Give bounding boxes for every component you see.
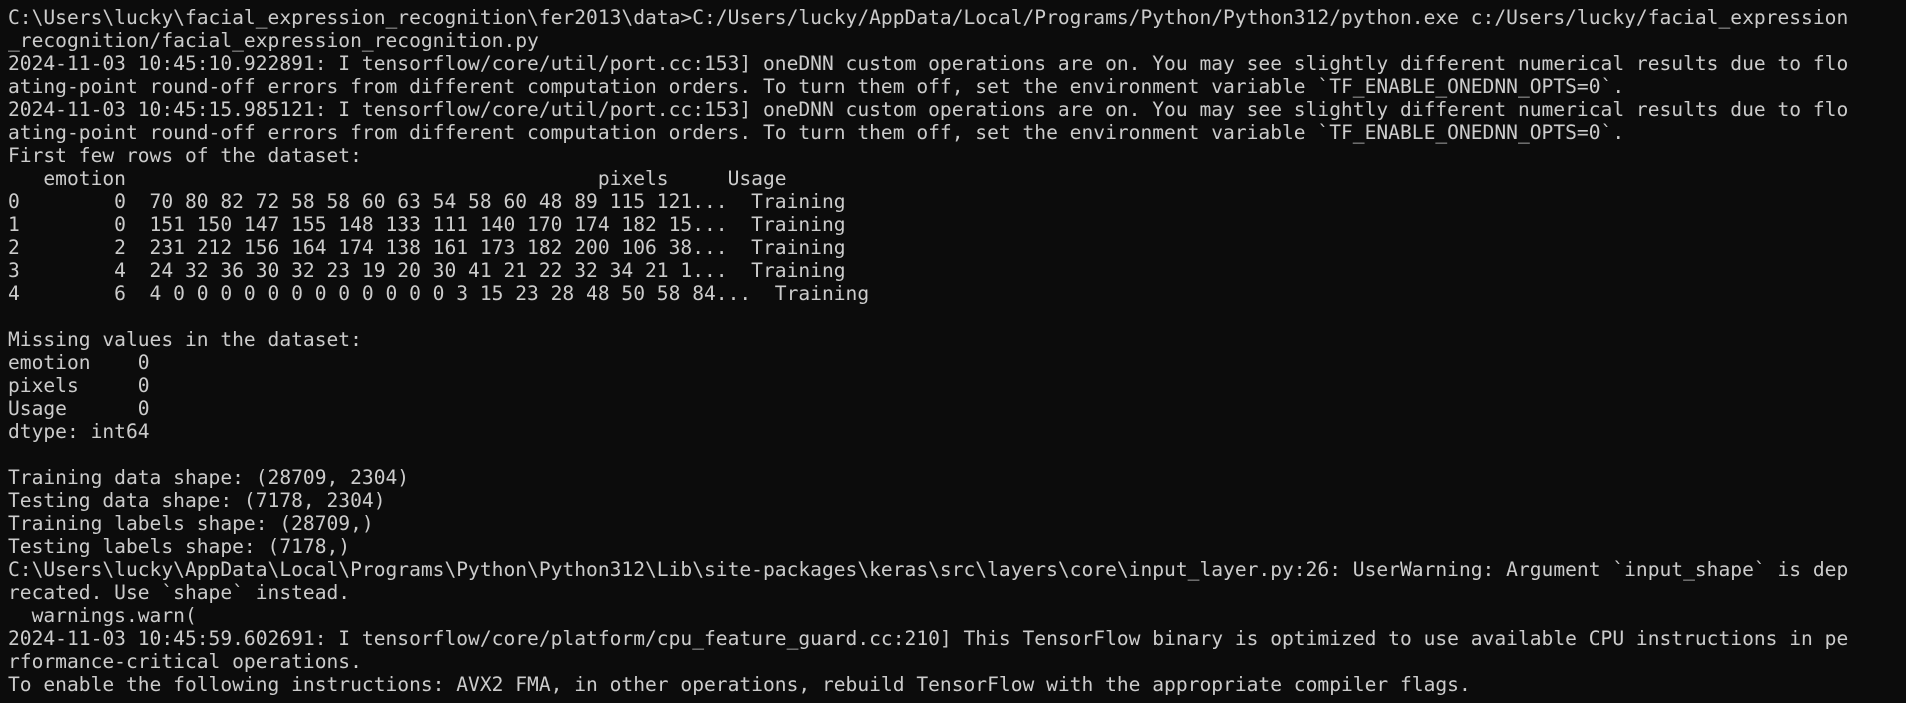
shape-line: Testing data shape: (7178, 2304) [8,489,386,512]
table-row: 1 0 151 150 147 155 148 133 111 140 170 … [8,213,846,236]
tf-log-line: 2024-11-03 10:45:15.985121: I tensorflow… [8,98,1849,121]
terminal-output[interactable]: C:\Users\lucky\facial_expression_recogni… [0,0,1906,703]
table-header: emotion pixels Usage [8,167,787,190]
table-row: 3 4 24 32 36 30 32 23 19 20 30 41 21 22 … [8,259,846,282]
missing-values-row: pixels 0 [8,374,150,397]
command-line: C:\Users\lucky\facial_expression_recogni… [8,6,1849,29]
missing-values-row: emotion 0 [8,351,150,374]
shape-line: Testing labels shape: (7178,) [8,535,351,558]
warning-call-line: warnings.warn( [8,604,197,627]
tf-log-line-continuation: rformance-critical operations. [8,650,362,673]
missing-values-row: Usage 0 [8,397,150,420]
tf-log-line-continuation: ating-point round-off errors from differ… [8,75,1625,98]
table-row: 0 0 70 80 82 72 58 58 60 63 54 58 60 48 … [8,190,846,213]
table-row: 2 2 231 212 156 164 174 138 161 173 182 … [8,236,846,259]
warning-line-continuation: recated. Use `shape` instead. [8,581,351,604]
warning-line: C:\Users\lucky\AppData\Local\Programs\Py… [8,558,1849,581]
command-line-continuation: _recognition/facial_expression_recogniti… [8,29,539,52]
dataset-heading: First few rows of the dataset: [8,144,362,167]
tf-log-line-continuation: ating-point round-off errors from differ… [8,121,1625,144]
tf-log-line: 2024-11-03 10:45:10.922891: I tensorflow… [8,52,1849,75]
dtype-line: dtype: int64 [8,420,150,443]
table-row: 4 6 4 0 0 0 0 0 0 0 0 0 0 0 0 3 15 23 28… [8,282,870,305]
missing-values-heading: Missing values in the dataset: [8,328,362,351]
shape-line: Training labels shape: (28709,) [8,512,374,535]
tf-log-line: 2024-11-03 10:45:59.602691: I tensorflow… [8,627,1849,650]
tf-info-line: To enable the following instructions: AV… [8,673,1471,696]
shape-line: Training data shape: (28709, 2304) [8,466,410,489]
